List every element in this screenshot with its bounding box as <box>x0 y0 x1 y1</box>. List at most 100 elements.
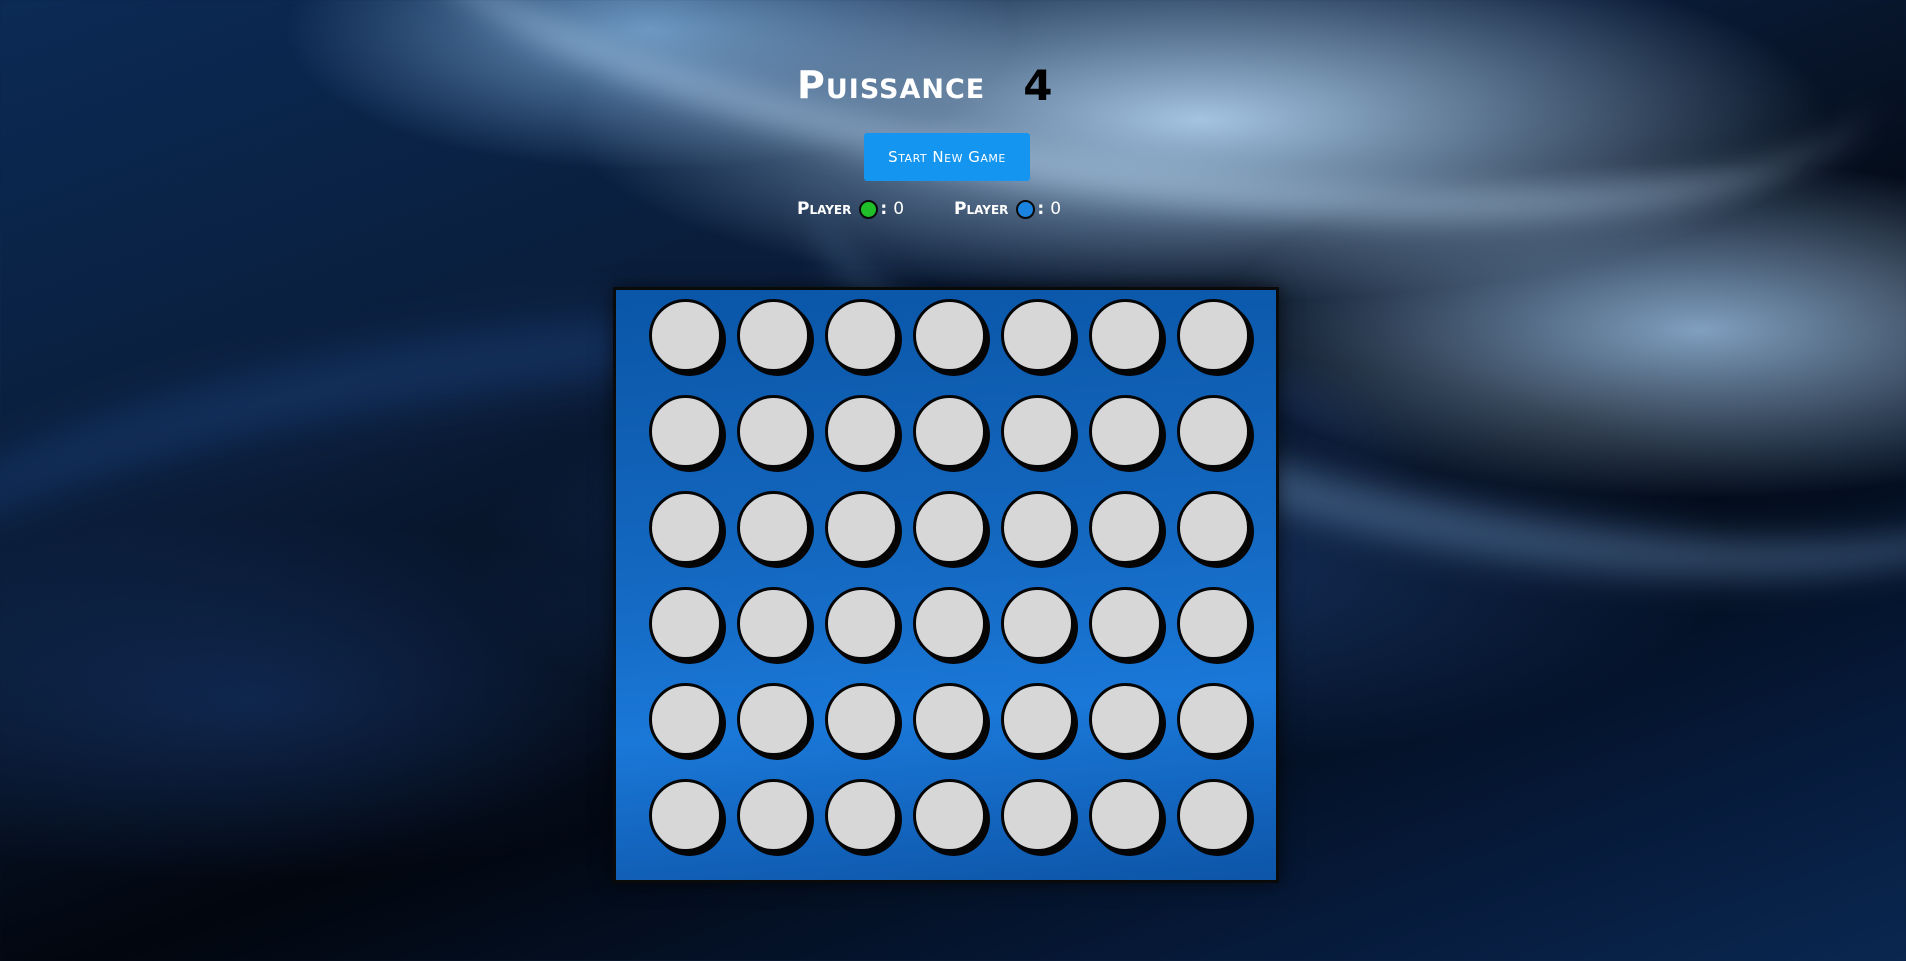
empty-slot <box>825 491 898 564</box>
board-cell[interactable] <box>649 299 722 377</box>
scoreboard: Player : 0 Player : 0 <box>797 196 1061 222</box>
empty-slot <box>913 395 986 468</box>
board-cell[interactable] <box>1177 587 1250 665</box>
player-label: Player <box>954 199 1009 219</box>
board-cell[interactable] <box>737 395 810 473</box>
board-cell[interactable] <box>737 299 810 377</box>
score-value: 0 <box>1050 199 1062 219</box>
board-cell[interactable] <box>825 395 898 473</box>
empty-slot <box>913 491 986 564</box>
board-cell[interactable] <box>1089 299 1162 377</box>
game-title: Puissance 4 <box>797 60 1053 110</box>
board-cell[interactable] <box>1001 299 1074 377</box>
board-cell[interactable] <box>1089 587 1162 665</box>
board-cell[interactable] <box>649 491 722 569</box>
board-cell[interactable] <box>825 491 898 569</box>
board-cell[interactable] <box>913 395 986 473</box>
board-cell[interactable] <box>825 299 898 377</box>
empty-slot <box>1089 779 1162 852</box>
board-row <box>649 587 1250 665</box>
score-separator: : <box>880 199 888 219</box>
board-cell[interactable] <box>737 491 810 569</box>
player-label: Player <box>797 199 852 219</box>
board-cell[interactable] <box>737 683 810 761</box>
board-cell[interactable] <box>1089 683 1162 761</box>
board-row <box>649 779 1250 857</box>
board-cell[interactable] <box>1177 491 1250 569</box>
empty-slot <box>1001 395 1074 468</box>
empty-slot <box>825 395 898 468</box>
board-cell[interactable] <box>913 491 986 569</box>
empty-slot <box>825 779 898 852</box>
board-row <box>649 299 1250 377</box>
start-new-game-button[interactable]: Start New Game <box>864 133 1030 181</box>
board-cell[interactable] <box>1177 395 1250 473</box>
empty-slot <box>913 779 986 852</box>
board-cell[interactable] <box>913 779 986 857</box>
board-cell[interactable] <box>1001 683 1074 761</box>
empty-slot <box>825 587 898 660</box>
board-cell[interactable] <box>1089 395 1162 473</box>
board-cell[interactable] <box>825 587 898 665</box>
empty-slot <box>1177 491 1250 564</box>
empty-slot <box>825 683 898 756</box>
empty-slot <box>1001 683 1074 756</box>
board-cell[interactable] <box>1177 299 1250 377</box>
board-cell[interactable] <box>825 683 898 761</box>
empty-slot <box>649 683 722 756</box>
player-green-score: Player : 0 <box>797 199 904 219</box>
board-cell[interactable] <box>1177 779 1250 857</box>
empty-slot <box>737 779 810 852</box>
empty-slot <box>737 683 810 756</box>
board-cell[interactable] <box>1177 683 1250 761</box>
board-cell[interactable] <box>737 779 810 857</box>
board-cell[interactable] <box>1089 779 1162 857</box>
board-cell[interactable] <box>649 779 722 857</box>
board-cell[interactable] <box>649 395 722 473</box>
board-cell[interactable] <box>913 299 986 377</box>
score-separator: : <box>1037 199 1045 219</box>
empty-slot <box>649 299 722 372</box>
empty-slot <box>1089 587 1162 660</box>
empty-slot <box>913 683 986 756</box>
empty-slot <box>1001 587 1074 660</box>
board-cell[interactable] <box>1089 491 1162 569</box>
empty-slot <box>1177 395 1250 468</box>
empty-slot <box>1177 683 1250 756</box>
empty-slot <box>1177 779 1250 852</box>
empty-slot <box>1089 491 1162 564</box>
empty-slot <box>649 395 722 468</box>
board-cell[interactable] <box>825 779 898 857</box>
board-cell[interactable] <box>913 587 986 665</box>
empty-slot <box>1177 299 1250 372</box>
board-row <box>649 395 1250 473</box>
board-cell[interactable] <box>913 683 986 761</box>
empty-slot <box>737 587 810 660</box>
board-cell[interactable] <box>649 683 722 761</box>
empty-slot <box>649 587 722 660</box>
empty-slot <box>1001 299 1074 372</box>
score-value: 0 <box>893 199 905 219</box>
game-board <box>613 287 1279 883</box>
board-cell[interactable] <box>1001 491 1074 569</box>
title-word: Puissance <box>797 63 986 107</box>
background-wave <box>358 0 1902 301</box>
empty-slot <box>1089 683 1162 756</box>
empty-slot <box>1089 395 1162 468</box>
empty-slot <box>1001 491 1074 564</box>
board-row <box>649 491 1250 569</box>
board-cell[interactable] <box>649 587 722 665</box>
player-blue-score: Player : 0 <box>954 199 1061 219</box>
empty-slot <box>1177 587 1250 660</box>
empty-slot <box>913 587 986 660</box>
empty-slot <box>649 491 722 564</box>
board-row <box>649 683 1250 761</box>
board-cell[interactable] <box>1001 779 1074 857</box>
empty-slot <box>1089 299 1162 372</box>
board-cell[interactable] <box>1001 395 1074 473</box>
empty-slot <box>649 779 722 852</box>
board-cell[interactable] <box>1001 587 1074 665</box>
empty-slot <box>737 395 810 468</box>
blue-player-token-icon <box>1016 199 1036 219</box>
board-cell[interactable] <box>737 587 810 665</box>
